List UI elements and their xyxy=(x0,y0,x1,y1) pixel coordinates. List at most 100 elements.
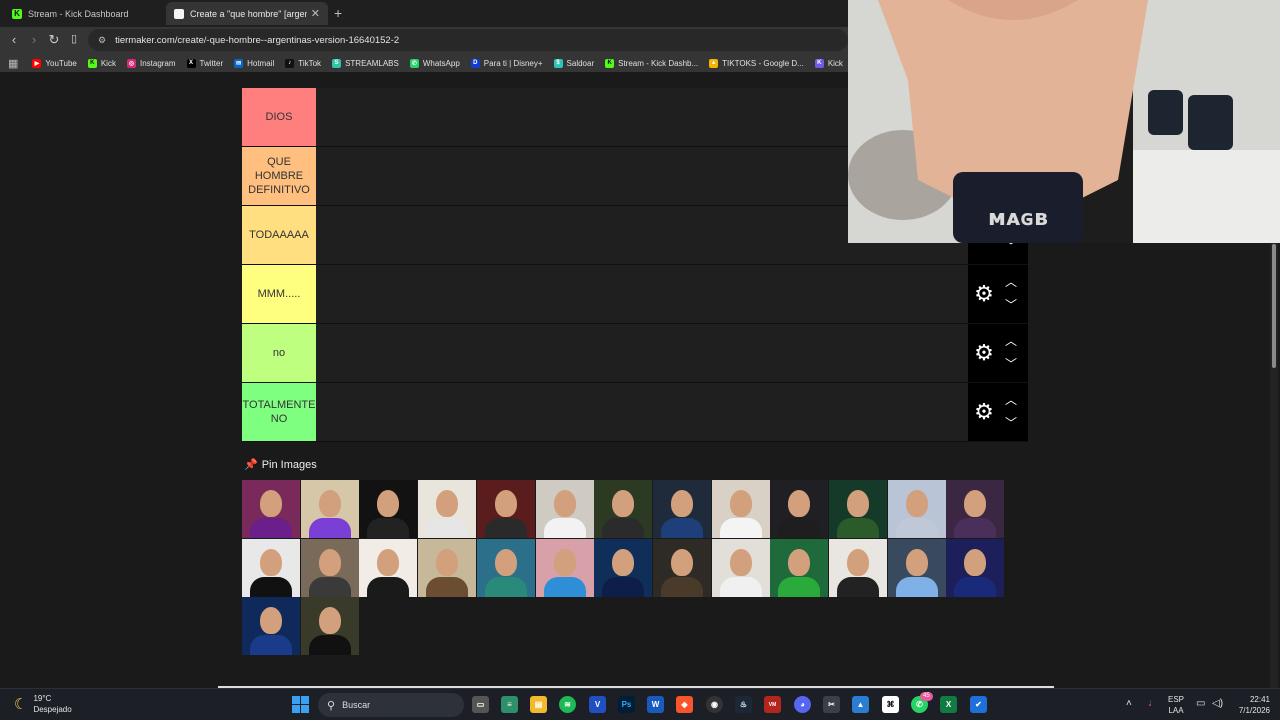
chevron-up-icon[interactable]: ︿ xyxy=(1002,334,1020,348)
tier-item-image[interactable] xyxy=(711,538,770,597)
tier-item-image[interactable] xyxy=(770,480,829,538)
tier-item-image[interactable] xyxy=(359,480,418,538)
tier-item-image[interactable] xyxy=(418,480,477,538)
tier-item-image[interactable] xyxy=(652,480,711,538)
tier-item-image[interactable] xyxy=(535,538,594,597)
tier-item-image[interactable] xyxy=(535,480,594,538)
gear-icon[interactable]: ⚙ xyxy=(973,283,995,305)
task-view-icon[interactable]: ▭ xyxy=(472,696,489,713)
bookmark-tiktok[interactable]: ♪ TikTok xyxy=(285,58,321,68)
system-clock[interactable]: 22:41 7/1/2026 xyxy=(1222,694,1270,716)
tier-label[interactable]: no xyxy=(242,324,316,382)
tier-item-image[interactable] xyxy=(887,538,946,597)
spotify-icon[interactable]: ≋ xyxy=(559,696,576,713)
tier-drop-zone[interactable] xyxy=(316,383,968,441)
check-app-icon[interactable]: ✔ xyxy=(970,696,987,713)
tier-label[interactable]: DIOS xyxy=(242,88,316,146)
clock-time: 22:41 xyxy=(1249,695,1270,704)
chevron-down-icon[interactable]: ﹀ xyxy=(1002,416,1020,430)
steam-icon[interactable]: ♨ xyxy=(735,696,752,713)
tab-tiermaker[interactable]: Create a "que hombre" [argentin ✕ xyxy=(166,2,328,25)
tier-item-image[interactable] xyxy=(652,538,711,597)
site-info-icon[interactable]: ⚙ xyxy=(98,35,106,46)
bookmark-kick-dashboard[interactable]: K Stream - Kick Dashb... xyxy=(605,58,698,68)
tier-drop-zone[interactable] xyxy=(316,265,968,323)
bookmark-kick-2[interactable]: K Kick xyxy=(814,58,843,68)
tier-item-image[interactable] xyxy=(711,480,770,538)
file-explorer-icon[interactable]: ▤ xyxy=(530,696,547,713)
weather-widget[interactable]: ☾ 19°C Despejado xyxy=(14,693,72,715)
language-indicator[interactable]: ESP LAA xyxy=(1168,694,1184,716)
chevron-up-icon[interactable]: ︿ xyxy=(1002,393,1020,407)
tier-item-image[interactable] xyxy=(418,538,477,597)
bookmark-saldoar[interactable]: $ Saldoar xyxy=(553,58,594,68)
tier-item-image[interactable] xyxy=(887,480,946,538)
tier-item-image[interactable] xyxy=(946,538,1005,597)
tier-item-image[interactable] xyxy=(300,480,359,538)
network-icon[interactable]: ▭ xyxy=(1196,698,1205,709)
bookmark-icon[interactable]: ▯ xyxy=(66,32,82,45)
tier-item-image[interactable] xyxy=(594,538,653,597)
forward-icon[interactable]: › xyxy=(26,32,42,47)
bookmark-disney[interactable]: D Para ti | Disney+ xyxy=(470,58,543,68)
tier-item-image[interactable] xyxy=(829,538,887,597)
new-tab-button[interactable]: + xyxy=(334,5,342,21)
apps-grid-icon[interactable]: ▦ xyxy=(8,57,18,70)
discord-icon[interactable]: ◕ xyxy=(794,696,811,713)
chevron-up-icon[interactable]: ︿ xyxy=(1002,275,1020,289)
voicemeeter-icon[interactable]: VM xyxy=(764,696,781,713)
tier-label[interactable]: TOTALMENTE NO xyxy=(242,383,316,441)
tier-item-image[interactable] xyxy=(770,538,829,597)
tray-overflow-icon[interactable]: ˄ xyxy=(1126,698,1132,709)
windows-start-icon[interactable] xyxy=(292,696,309,713)
search-placeholder: Buscar xyxy=(342,700,371,710)
tier-item-image[interactable] xyxy=(476,480,535,538)
tier-item-image[interactable] xyxy=(476,538,535,597)
brave-browser-icon[interactable]: ◆ xyxy=(676,696,693,713)
bookmark-hotmail[interactable]: ✉ Hotmail xyxy=(234,58,274,68)
tier-item-image[interactable] xyxy=(242,538,300,597)
snipping-tool-icon[interactable]: ✂ xyxy=(823,696,840,713)
tier-label[interactable]: MMM..... xyxy=(242,265,316,323)
vegas-icon[interactable]: V xyxy=(589,696,606,713)
gear-icon[interactable]: ⚙ xyxy=(973,401,995,423)
gear-icon[interactable]: ⚙ xyxy=(973,342,995,364)
scrollbar-thumb[interactable] xyxy=(1272,244,1276,368)
pin-images-toggle[interactable]: 📌 Pin Images xyxy=(244,458,317,472)
tier-item-image[interactable] xyxy=(359,538,418,597)
microphone-icon[interactable]: ♩ xyxy=(1148,698,1158,709)
vertical-scrollbar[interactable] xyxy=(1270,242,1278,688)
taskbar-search[interactable]: ⚲ Buscar xyxy=(318,693,464,717)
tier-label[interactable]: QUE HOMBRE DEFINITIVO xyxy=(242,147,316,205)
reload-icon[interactable]: ↻ xyxy=(46,32,62,48)
photoshop-icon[interactable]: Ps xyxy=(618,696,635,713)
tier-item-image[interactable] xyxy=(829,480,887,538)
tier-label[interactable]: TODAAAAA xyxy=(242,206,316,264)
address-bar[interactable]: ⚙ tiermaker.com/create/-que-hombre--arge… xyxy=(88,29,848,51)
bookmark-kick[interactable]: K Kick xyxy=(87,58,116,68)
bookmark-streamlabs[interactable]: S STREAMLABS xyxy=(332,58,399,68)
bookmark-instagram[interactable]: ◎ Instagram xyxy=(126,58,176,68)
word-icon[interactable]: W xyxy=(647,696,664,713)
chevron-down-icon[interactable]: ﹀ xyxy=(1002,298,1020,312)
notepad-icon[interactable]: ≡ xyxy=(501,696,518,713)
tier-item-image[interactable] xyxy=(300,538,359,597)
bookmark-youtube[interactable]: ▶ YouTube xyxy=(32,58,77,68)
capcut-icon[interactable]: ⌘ xyxy=(882,696,899,713)
tier-item-image[interactable] xyxy=(300,597,359,656)
bookmark-whatsapp[interactable]: ✆ WhatsApp xyxy=(409,58,460,68)
bookmark-twitter[interactable]: X Twitter xyxy=(186,58,223,68)
tier-item-image[interactable] xyxy=(242,597,300,656)
obs-icon[interactable]: ◉ xyxy=(706,696,723,713)
tier-drop-zone[interactable] xyxy=(316,324,968,382)
back-icon[interactable]: ‹ xyxy=(6,32,22,47)
tab-kick-dashboard[interactable]: K Stream - Kick Dashboard xyxy=(4,2,164,25)
tier-item-image[interactable] xyxy=(242,480,300,538)
tier-item-image[interactable] xyxy=(594,480,653,538)
close-tab-icon[interactable]: ✕ xyxy=(311,7,320,20)
bookmark-tiktoks-drive[interactable]: ▲ TIKTOKS - Google D... xyxy=(709,58,804,68)
chevron-down-icon[interactable]: ﹀ xyxy=(1002,357,1020,371)
excel-icon[interactable]: X xyxy=(940,696,957,713)
photos-icon[interactable]: ▲ xyxy=(852,696,869,713)
tier-item-image[interactable] xyxy=(946,480,1005,538)
